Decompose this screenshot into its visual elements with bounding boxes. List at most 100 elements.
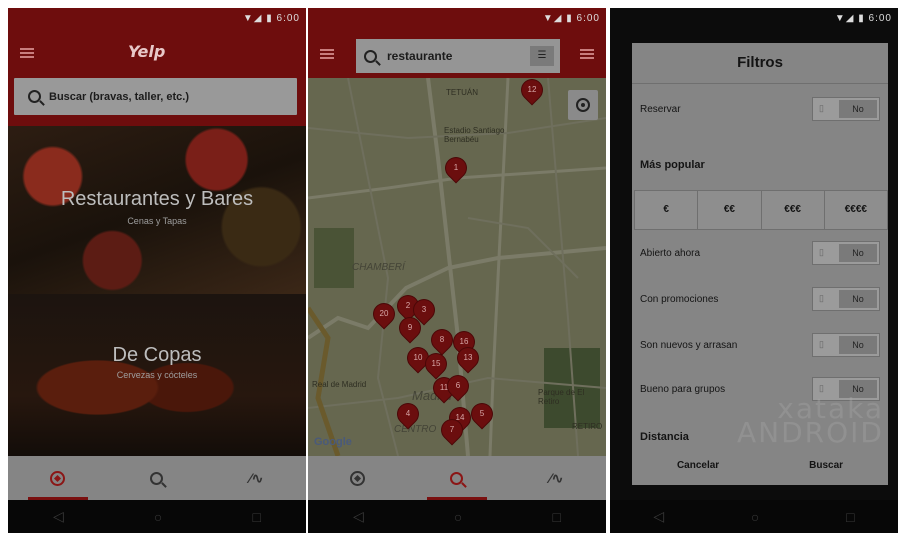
activity-icon: ⁄∿ [249, 469, 264, 486]
menu-icon[interactable] [20, 48, 34, 58]
my-location-icon [576, 98, 590, 112]
map-label: CHAMBERÍ [352, 262, 405, 273]
toggle-switch[interactable]: ▯ No [812, 241, 880, 265]
status-bar: ▼◢ ▮ 6:00 [8, 8, 306, 30]
back-icon[interactable]: ◁ [353, 508, 364, 525]
recents-icon[interactable]: □ [552, 509, 560, 525]
nav-tab-explore[interactable] [328, 456, 388, 500]
toggle-knob-icon: ▯ [819, 103, 824, 113]
filter-label: Bueno para grupos [640, 383, 726, 395]
filter-row: Abierto ahora ▯ No [640, 233, 880, 273]
filter-label: Abierto ahora [640, 247, 701, 259]
yelp-logo: Yelp [128, 42, 166, 61]
phone-filters-screen: ▼◢ ▮ 6:00 Filtros Reservar ▯ No Más popu… [610, 8, 898, 533]
section-distance: Distancia [640, 431, 689, 443]
app-bar: restaurante ☰ [308, 30, 606, 78]
map-label: Parque de El Retiro [538, 388, 585, 406]
dialog-title: Filtros [632, 43, 888, 84]
price-option[interactable]: € [635, 191, 699, 229]
search-input[interactable]: restaurante ☰ [356, 39, 560, 73]
recents-icon[interactable]: □ [846, 509, 854, 525]
search-icon [364, 49, 377, 63]
search-icon [150, 471, 164, 485]
filters-dialog: Filtros Reservar ▯ No Más popular € €€ €… [632, 43, 888, 485]
map-pin[interactable]: 6 [443, 371, 473, 401]
phone-map-screen: ▼◢ ▮ 6:00 restaurante ☰ TETUÁN Estadio S… [308, 8, 606, 533]
map-label: Real de Madrid [312, 380, 367, 389]
status-time: 6:00 [576, 13, 600, 24]
recents-icon[interactable]: □ [252, 509, 260, 525]
filter-row: Con promociones ▯ No [640, 279, 880, 319]
category-title: Restaurantes y Bares [60, 188, 254, 210]
map-pin[interactable]: 5 [467, 399, 497, 429]
category-title: De Copas [112, 344, 202, 366]
toggle-knob-icon: ▯ [819, 339, 824, 349]
google-attribution: Google [314, 436, 352, 448]
price-option[interactable]: €€€ [762, 191, 825, 229]
filter-button[interactable]: ☰ [530, 46, 554, 66]
menu-icon[interactable] [320, 49, 334, 59]
map-pin[interactable]: 20 [369, 299, 399, 329]
search-button[interactable]: Buscar [809, 460, 843, 471]
bottom-navigation: ⁄∿ [308, 456, 606, 500]
category-subtitle: Cenas y Tapas [127, 216, 187, 226]
map-pin[interactable]: 9 [395, 313, 425, 343]
my-location-button[interactable] [568, 90, 598, 120]
category-subtitle: Cervezas y cócteles [116, 370, 198, 380]
map-pin[interactable]: 7 [437, 415, 467, 445]
price-option[interactable]: €€€€ [825, 191, 887, 229]
explore-icon [50, 470, 66, 486]
list-view-icon[interactable] [580, 49, 594, 59]
filter-label: Son nuevos y arrasan [640, 339, 738, 351]
search-input[interactable]: Buscar (bravas, taller, etc.) [14, 78, 297, 115]
category-card-drinks[interactable]: De Copas Cervezas y cócteles [8, 294, 306, 464]
category-card-restaurants[interactable]: Restaurantes y Bares Cenas y Tapas [8, 126, 306, 294]
map-pin[interactable]: 15 [421, 349, 451, 379]
nav-tab-search[interactable] [426, 456, 487, 500]
status-time: 6:00 [276, 13, 300, 24]
toggle-value: No [839, 244, 877, 262]
home-icon[interactable]: ○ [154, 509, 162, 525]
status-bar: ▼◢ ▮ 6:00 [834, 13, 892, 24]
search-icon [450, 471, 464, 485]
system-nav-bar: ◁ ○ □ [610, 500, 898, 533]
map-pin[interactable]: 4 [393, 399, 423, 429]
status-time: 6:00 [868, 13, 892, 24]
system-nav-bar: ◁ ○ □ [8, 500, 306, 533]
toggle-knob-icon: ▯ [819, 293, 824, 303]
price-option[interactable]: €€ [698, 191, 762, 229]
search-placeholder: Buscar (bravas, taller, etc.) [49, 90, 190, 103]
map-label: TETUÁN [446, 88, 478, 97]
toggle-switch[interactable]: ▯ No [812, 97, 880, 121]
nav-tab-search[interactable] [127, 456, 187, 500]
cancel-button[interactable]: Cancelar [677, 460, 719, 471]
map-pin[interactable]: 13 [453, 343, 483, 373]
map-view[interactable]: TETUÁN Estadio Santiago Bernabéu CHAMBER… [308, 78, 606, 456]
toggle-knob-icon: ▯ [819, 247, 824, 257]
back-icon[interactable]: ◁ [53, 508, 64, 525]
system-nav-bar: ◁ ○ □ [308, 500, 606, 533]
phone-explore-screen: ▼◢ ▮ 6:00 Yelp Buscar (bravas, taller, e… [8, 8, 306, 533]
toggle-switch[interactable]: ▯ No [812, 287, 880, 311]
toggle-value: No [839, 100, 877, 118]
nav-tab-activity[interactable]: ⁄∿ [526, 456, 586, 500]
toggle-value: No [839, 290, 877, 308]
section-popular: Más popular [640, 159, 705, 171]
home-icon[interactable]: ○ [454, 509, 462, 525]
status-bar: ▼◢ ▮ 6:00 [308, 8, 606, 30]
map-pin[interactable]: 1 [441, 153, 471, 183]
price-selector: € €€ €€€ €€€€ [634, 190, 888, 230]
filter-label: Reservar [640, 103, 681, 115]
map-pin[interactable]: 8 [427, 325, 457, 355]
toggle-value: No [839, 336, 877, 354]
back-icon[interactable]: ◁ [653, 508, 664, 525]
activity-icon: ⁄∿ [549, 469, 564, 486]
search-icon [28, 90, 41, 103]
nav-tab-explore[interactable] [27, 456, 88, 500]
search-query: restaurante [387, 49, 453, 63]
dialog-actions: Cancelar Buscar [632, 445, 888, 485]
toggle-switch[interactable]: ▯ No [812, 333, 880, 357]
map-label: RETIRO [572, 422, 603, 431]
home-icon[interactable]: ○ [751, 509, 759, 525]
nav-tab-activity[interactable]: ⁄∿ [226, 456, 286, 500]
